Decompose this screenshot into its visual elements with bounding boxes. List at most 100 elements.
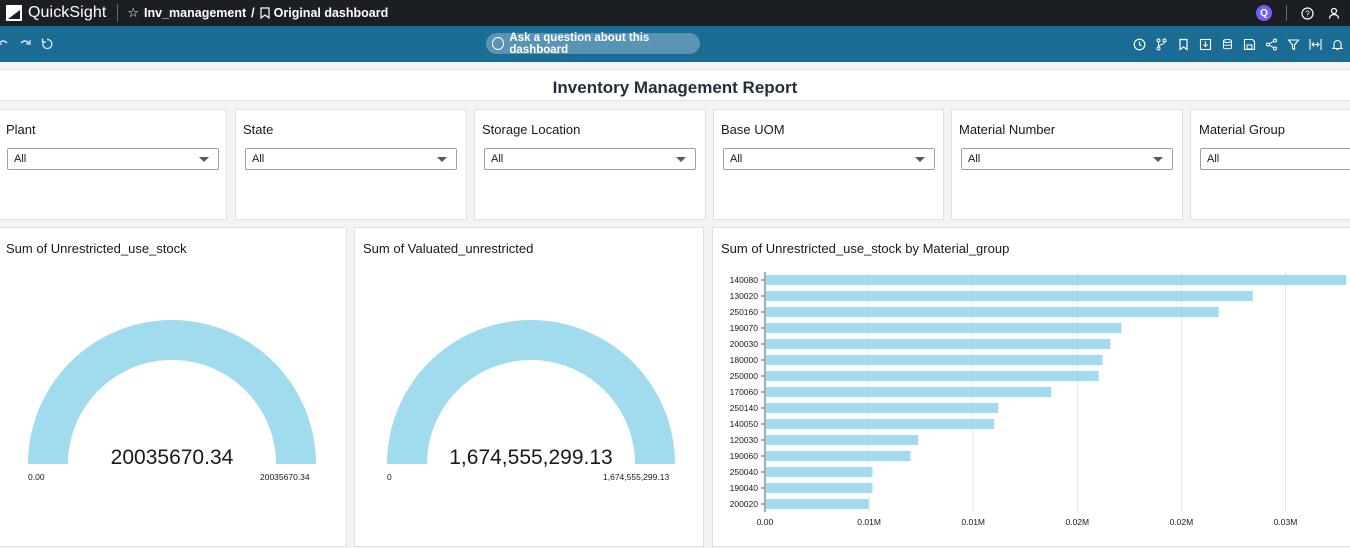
gauge-arc [387, 320, 675, 464]
top-bar: QuickSight ☆ Inv_management / Original d… [0, 0, 1350, 26]
top-right-actions: Q ? [1256, 0, 1340, 26]
app-name: QuickSight [28, 4, 107, 21]
dropdown-value: All [968, 153, 981, 165]
filter-base-uom: Base UOM All [713, 109, 944, 220]
dropdown-value: All [252, 153, 265, 165]
schedule-icon[interactable] [1133, 38, 1146, 51]
chevron-down-icon [676, 157, 686, 162]
bar-120030 [766, 435, 919, 445]
save-icon[interactable] [1243, 38, 1256, 51]
material-group-dropdown[interactable]: All [1200, 148, 1350, 170]
bar-130020 [766, 291, 1253, 301]
redo-icon[interactable] [18, 37, 32, 51]
dropdown-value: All [491, 153, 504, 165]
dropdown-value: All [730, 153, 743, 165]
chevron-down-icon [199, 157, 209, 162]
ask-question-label: Ask a question about this dashboard [509, 31, 650, 56]
svg-text:?: ? [1305, 9, 1310, 18]
download-icon[interactable] [1199, 38, 1212, 51]
bar-250040 [766, 467, 873, 477]
base-uom-dropdown[interactable]: All [723, 148, 935, 170]
amazon-q-icon[interactable]: Q [1256, 5, 1272, 21]
category-label: 140050 [730, 419, 759, 429]
dropdown-value: All [1207, 153, 1220, 165]
bar-180000 [766, 355, 1103, 365]
user-icon[interactable] [1328, 7, 1340, 19]
quicksight-logo-icon [6, 5, 22, 21]
x-tick-label: 0.02M [1065, 517, 1089, 527]
help-icon[interactable]: ? [1301, 6, 1314, 20]
chevron-down-icon [915, 157, 925, 162]
category-label: 200030 [730, 339, 759, 349]
gauge-value: 20035670.34 [110, 446, 234, 469]
bar-250000 [766, 371, 1099, 381]
bar-200030 [766, 339, 1111, 349]
filter-label: Storage Location [482, 122, 581, 137]
filter-label: State [243, 122, 274, 137]
bar-170060 [766, 387, 1052, 397]
breadcrumb-analysis[interactable]: Inv_management [144, 6, 246, 20]
material-number-dropdown[interactable]: All [961, 148, 1173, 170]
fit-width-icon[interactable] [1309, 38, 1322, 51]
filter-storage-location: Storage Location All [474, 109, 706, 220]
category-label: 130020 [730, 291, 759, 301]
category-label: 250160 [730, 307, 759, 317]
state-dropdown[interactable]: All [245, 148, 457, 170]
category-label: 250000 [730, 371, 759, 381]
divider [117, 4, 119, 22]
category-label: 250140 [730, 403, 759, 413]
x-tick-label: 0.03M [1274, 517, 1298, 527]
breadcrumb: ☆ Inv_management / Original dashboard [127, 5, 388, 21]
database-icon[interactable] [1221, 38, 1234, 51]
gauge-arc [28, 320, 316, 464]
star-icon[interactable]: ☆ [127, 5, 139, 21]
category-label: 140080 [730, 275, 759, 285]
gauge-unrestricted-use-stock[interactable]: Sum of Unrestricted_use_stock 20035670.3… [0, 227, 347, 547]
category-label: 180000 [730, 355, 759, 365]
gauge-fill [387, 320, 675, 464]
filter-label: Material Group [1199, 122, 1285, 137]
breadcrumb-dashboard[interactable]: Original dashboard [274, 6, 389, 20]
bar-chart-material-group[interactable]: Sum of Unrestricted_use_stock by Materia… [712, 227, 1350, 547]
x-tick-label: 0.00 [757, 517, 774, 527]
branch-icon[interactable] [1155, 38, 1168, 51]
chevron-down-icon [437, 157, 447, 162]
storage-location-dropdown[interactable]: All [484, 148, 696, 170]
breadcrumb-separator: / [251, 6, 255, 20]
notification-bell-icon[interactable] [1331, 38, 1344, 51]
filter-icon[interactable] [1287, 38, 1300, 51]
filter-state: State All [235, 109, 467, 220]
category-label: 170060 [730, 387, 759, 397]
x-tick-label: 0.02M [1170, 517, 1194, 527]
gauge-min: 0 [387, 472, 392, 482]
divider [1286, 5, 1287, 21]
bar-190070 [766, 323, 1122, 333]
category-label: 250040 [730, 467, 759, 477]
gauge-min: 0.00 [28, 472, 45, 482]
gauge-valuated-unrestricted[interactable]: Sum of Valuated_unrestricted 1,674,555,2… [354, 227, 704, 547]
filter-plant: Plant All [0, 109, 227, 220]
reset-icon[interactable] [40, 37, 54, 51]
app-logo[interactable]: QuickSight [0, 0, 106, 26]
share-icon[interactable] [1265, 38, 1278, 51]
ask-question-button[interactable]: Ask a question about this dashboard [486, 31, 700, 56]
category-label: 190070 [730, 323, 759, 333]
toolbar-actions [1124, 26, 1344, 62]
dropdown-value: All [14, 153, 27, 165]
report-title-bar: Inventory Management Report [0, 69, 1350, 101]
bar-190040 [766, 483, 873, 493]
bar-190060 [766, 451, 911, 461]
category-label: 190040 [730, 483, 759, 493]
category-label: 120030 [730, 435, 759, 445]
dashboard-sheet: Inventory Management Report Plant All St… [0, 69, 1350, 547]
filter-material-group: Material Group All [1190, 109, 1350, 220]
bar-200020 [766, 499, 869, 509]
x-tick-label: 0.01M [857, 517, 881, 527]
filter-material-number: Material Number All [951, 109, 1183, 220]
bookmark-icon[interactable] [1177, 38, 1190, 51]
category-label: 190060 [730, 451, 759, 461]
undo-icon[interactable] [0, 37, 10, 51]
history-controls [0, 26, 54, 62]
chevron-down-icon [1153, 157, 1163, 162]
plant-dropdown[interactable]: All [7, 148, 219, 170]
